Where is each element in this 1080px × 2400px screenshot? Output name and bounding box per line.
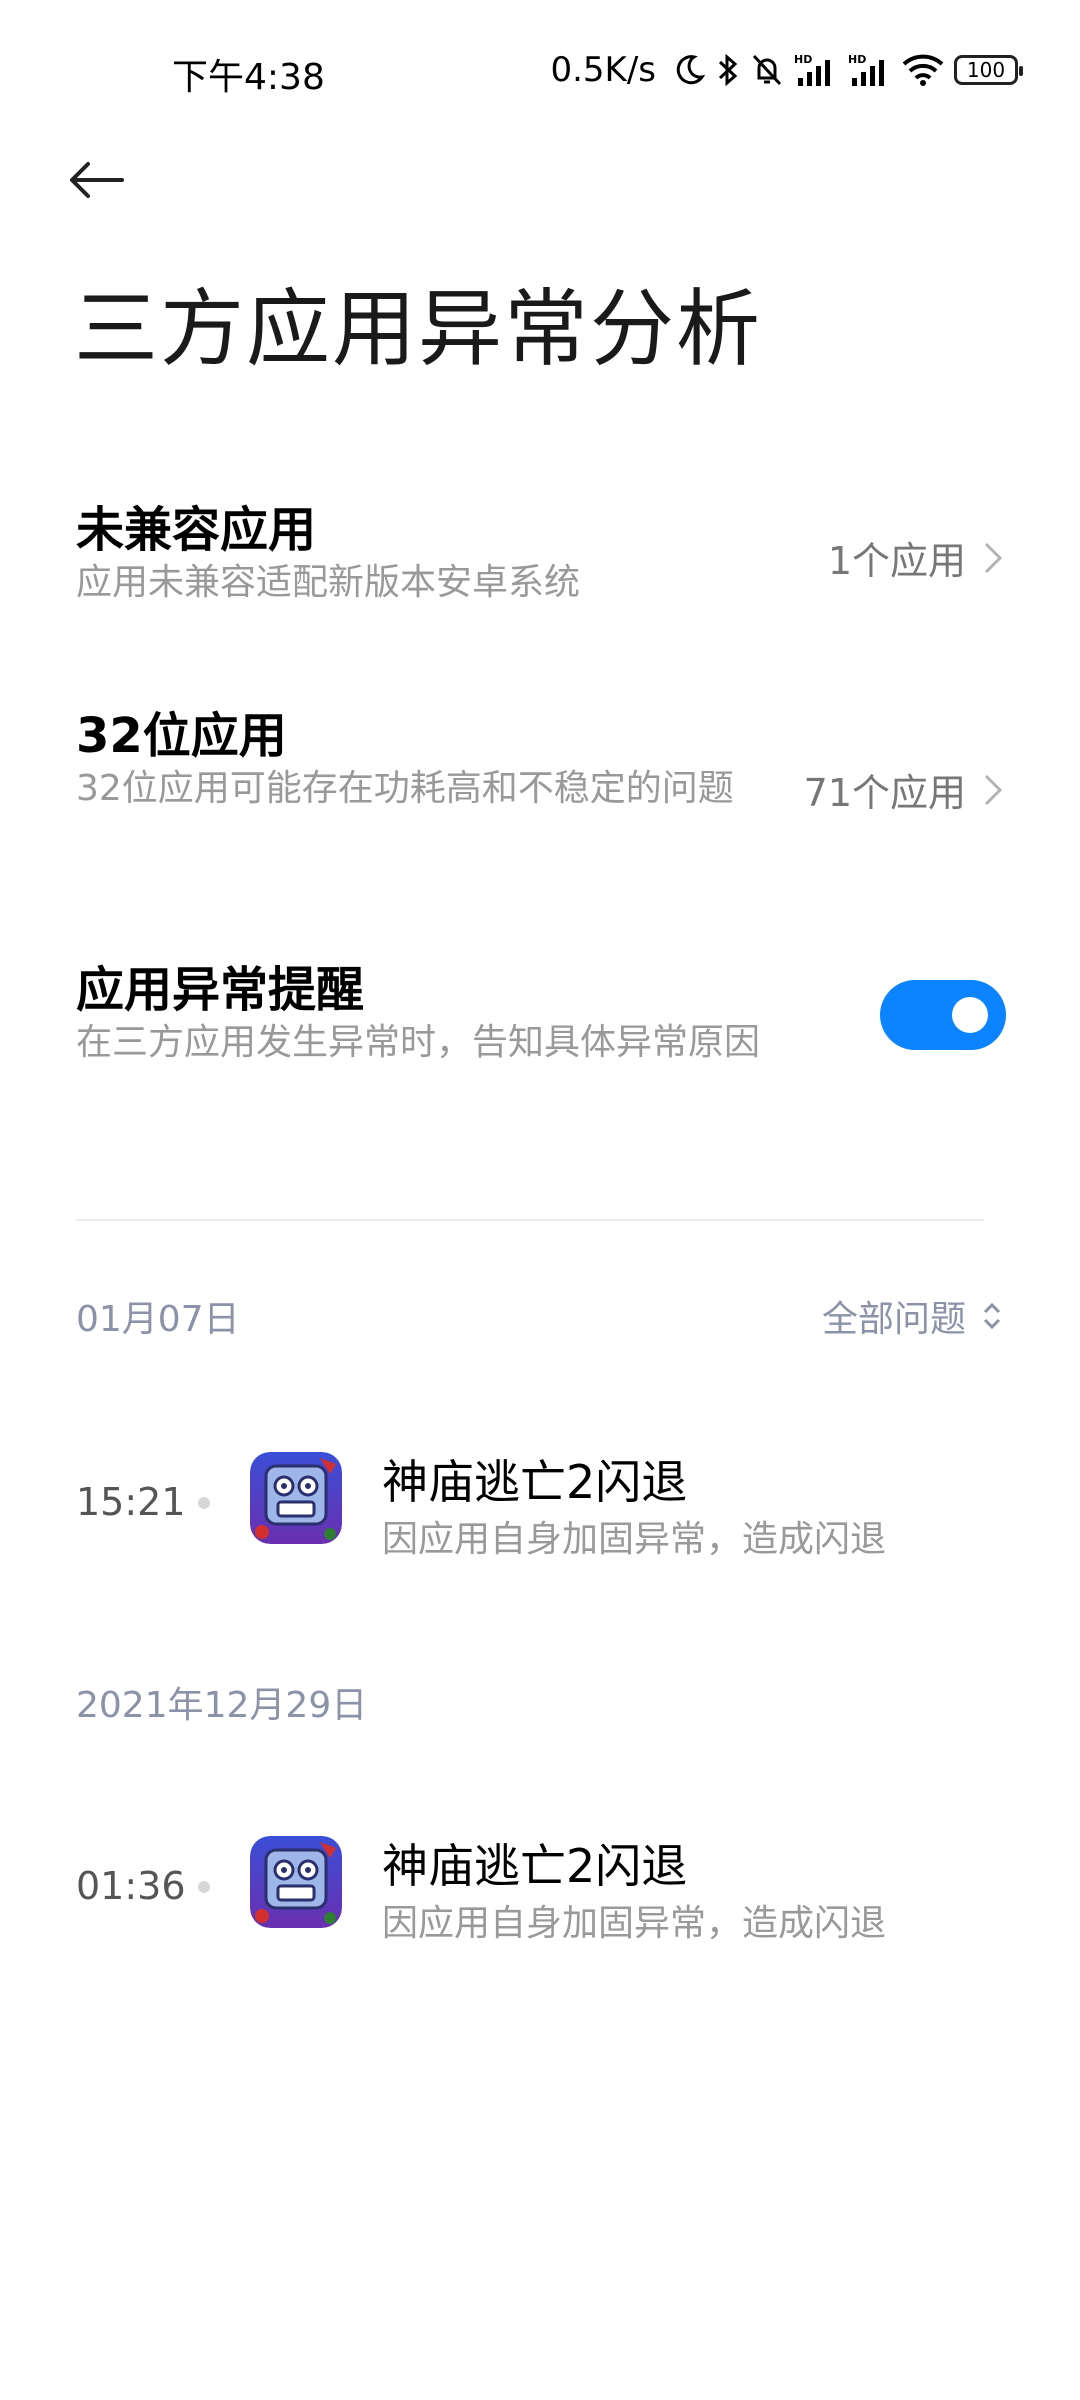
32bit-apps-row[interactable]: 32位应用 32位应用可能存在功耗高和不稳定的问题 71个应用 xyxy=(76,706,1006,866)
incompatible-apps-row[interactable]: 未兼容应用 应用未兼容适配新版本安卓系统 1个应用 xyxy=(76,500,1006,620)
date-header: 2021年12月29日 xyxy=(76,1685,368,1726)
log-title: 神庙逃亡2闪退 xyxy=(382,1839,688,1893)
filter-label: 全部问题 xyxy=(821,1299,966,1340)
timeline-dot xyxy=(198,1881,210,1893)
crash-log-item[interactable]: 01:36 神庙逃亡2闪退 因应用自身加固异常，造成闪退 xyxy=(0,1824,1080,1944)
date-header: 01月07日 xyxy=(76,1299,240,1340)
row-value: 71个应用 xyxy=(803,771,966,815)
temple-run-2-app-icon xyxy=(250,1452,342,1544)
bluetooth-icon xyxy=(716,52,740,88)
battery-icon: 100 xyxy=(954,55,1023,85)
log-time: 15:21 xyxy=(76,1480,186,1524)
log-description: 因应用自身加固异常，造成闪退 xyxy=(382,1903,887,1944)
row-value: 1个应用 xyxy=(827,539,966,583)
row-title: 应用异常提醒 xyxy=(76,962,365,1018)
abnormal-alert-row: 应用异常提醒 在三方应用发生异常时，告知具体异常原因 xyxy=(76,960,1006,1080)
toggle-knob xyxy=(952,997,988,1033)
timeline-dot xyxy=(198,1497,210,1509)
row-description: 在三方应用发生异常时，告知具体异常原因 xyxy=(76,1022,761,1063)
status-time: 下午4:38 xyxy=(172,57,325,98)
chevron-right-icon xyxy=(984,774,1003,806)
row-description: 32位应用可能存在功耗高和不稳定的问题 xyxy=(76,768,734,809)
chevron-right-icon xyxy=(984,542,1003,574)
moon-icon xyxy=(672,53,706,87)
net-speed: 0.5K/s xyxy=(550,50,656,90)
sort-icon xyxy=(983,1302,1001,1330)
abnormal-alert-toggle[interactable] xyxy=(880,980,1006,1050)
log-time: 01:36 xyxy=(76,1864,186,1908)
page-title: 三方应用异常分析 xyxy=(74,280,763,378)
mute-bell-icon xyxy=(750,52,784,88)
log-description: 因应用自身加固异常，造成闪退 xyxy=(382,1519,887,1560)
row-description: 应用未兼容适配新版本安卓系统 xyxy=(76,562,581,603)
row-title: 32位应用 xyxy=(76,708,287,764)
back-button[interactable] xyxy=(68,150,138,210)
svg-text:HD: HD xyxy=(848,53,866,66)
status-bar: 下午4:38 0.5K/s HD HD 100 xyxy=(0,0,1080,140)
divider xyxy=(76,1219,984,1221)
log-title: 神庙逃亡2闪退 xyxy=(382,1455,688,1509)
crash-log-item[interactable]: 15:21 神庙逃亡2闪退 因应用自身加固异常，造成闪退 xyxy=(0,1440,1080,1560)
arrow-left-icon xyxy=(70,162,124,198)
filter-button[interactable]: 全部问题 xyxy=(822,1290,1004,1342)
status-icons: 0.5K/s HD HD 100 xyxy=(550,46,1023,94)
hd-signal-icon: HD xyxy=(794,52,838,88)
svg-text:HD: HD xyxy=(794,53,812,66)
hd-signal-icon: HD xyxy=(848,52,892,88)
wifi-icon xyxy=(902,53,944,87)
temple-run-2-app-icon xyxy=(250,1836,342,1928)
